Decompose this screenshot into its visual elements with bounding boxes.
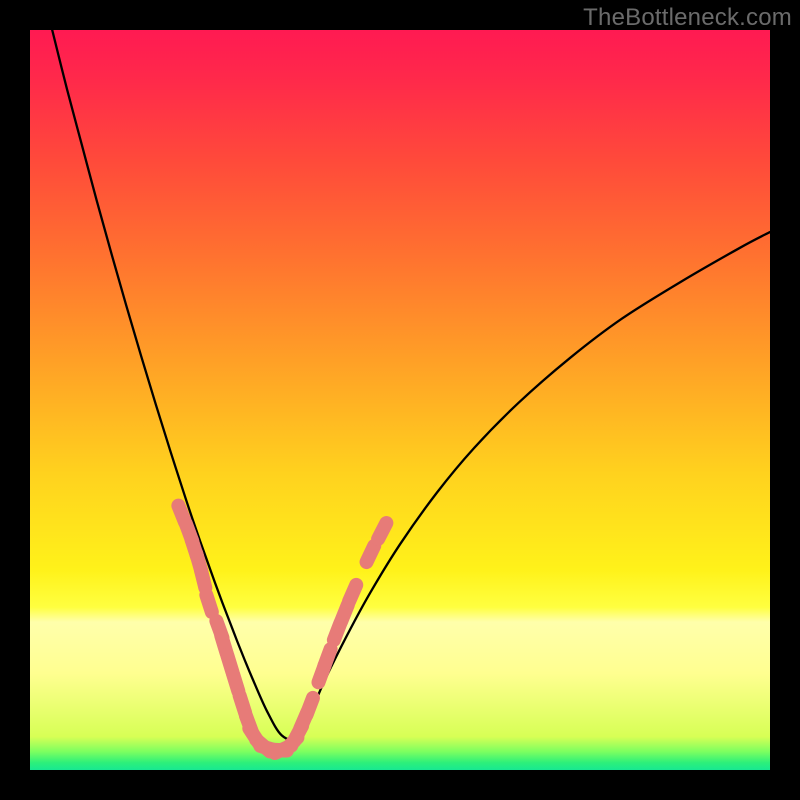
chart-canvas xyxy=(30,30,770,770)
scatter-marker xyxy=(307,698,313,715)
scatter-marker xyxy=(367,546,375,562)
scatter-marker xyxy=(349,585,356,601)
bottleneck-curve xyxy=(52,30,770,740)
scatter-marker xyxy=(324,649,330,666)
scatter-accent xyxy=(178,506,386,753)
chart-stage: TheBottleneck.com xyxy=(0,0,800,800)
scatter-marker xyxy=(206,595,212,612)
scatter-marker xyxy=(378,523,386,539)
plot-area xyxy=(30,30,770,770)
scatter-marker xyxy=(201,570,205,587)
scatter-marker xyxy=(233,674,238,691)
watermark-text: TheBottleneck.com xyxy=(583,4,792,32)
